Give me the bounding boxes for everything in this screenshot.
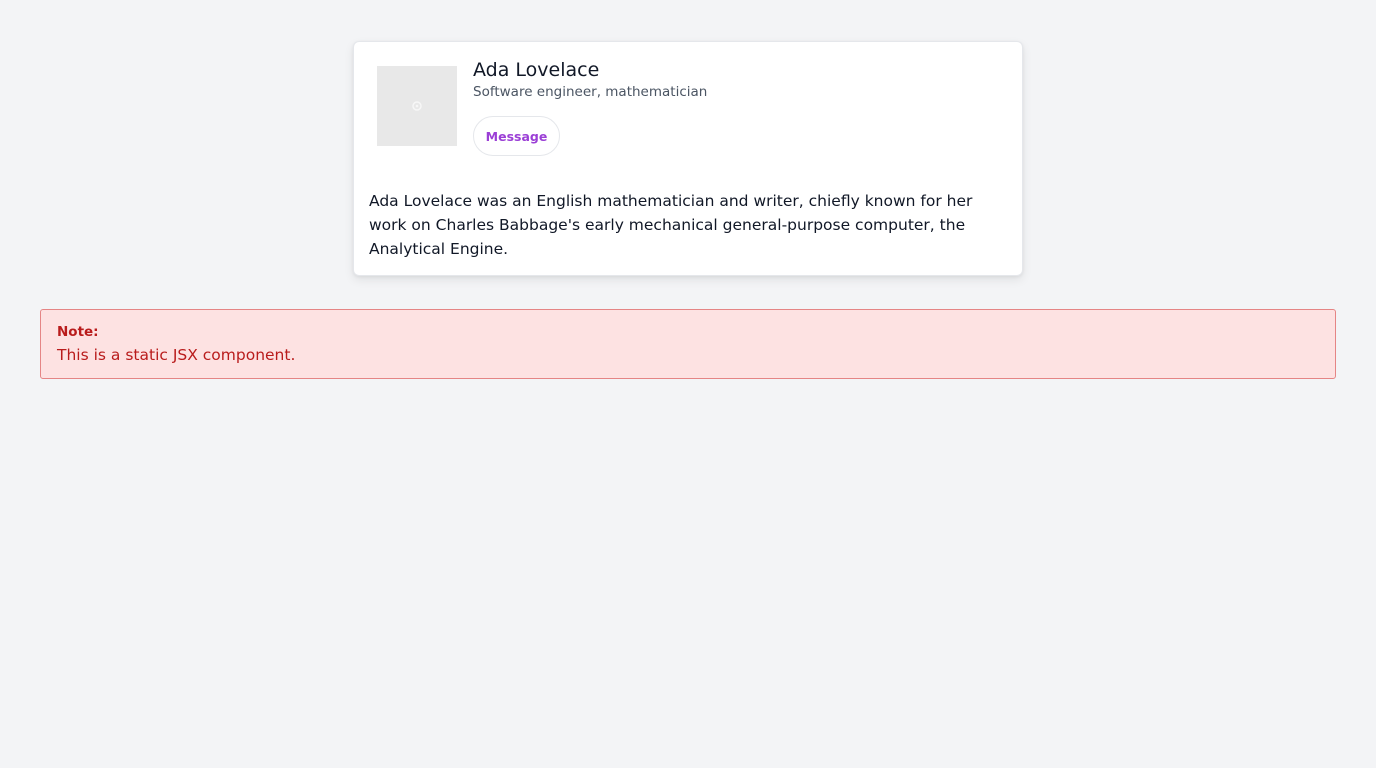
note-title: Note: xyxy=(57,324,99,340)
avatar xyxy=(377,66,457,146)
message-button[interactable]: Message xyxy=(473,116,560,156)
profile-name: Ada Lovelace xyxy=(473,59,600,81)
note-banner: Note: This is a static JSX component. xyxy=(40,309,1336,379)
profile-bio: Ada Lovelace was an English mathematicia… xyxy=(369,192,973,258)
page: Ada Lovelace Software engineer, mathemat… xyxy=(0,0,1376,768)
image-placeholder-icon xyxy=(412,101,422,111)
profile-subtitle: Software engineer, mathematician xyxy=(473,84,708,100)
profile-card: Ada Lovelace Software engineer, mathemat… xyxy=(353,41,1023,276)
note-text: This is a static JSX component. xyxy=(57,346,296,364)
